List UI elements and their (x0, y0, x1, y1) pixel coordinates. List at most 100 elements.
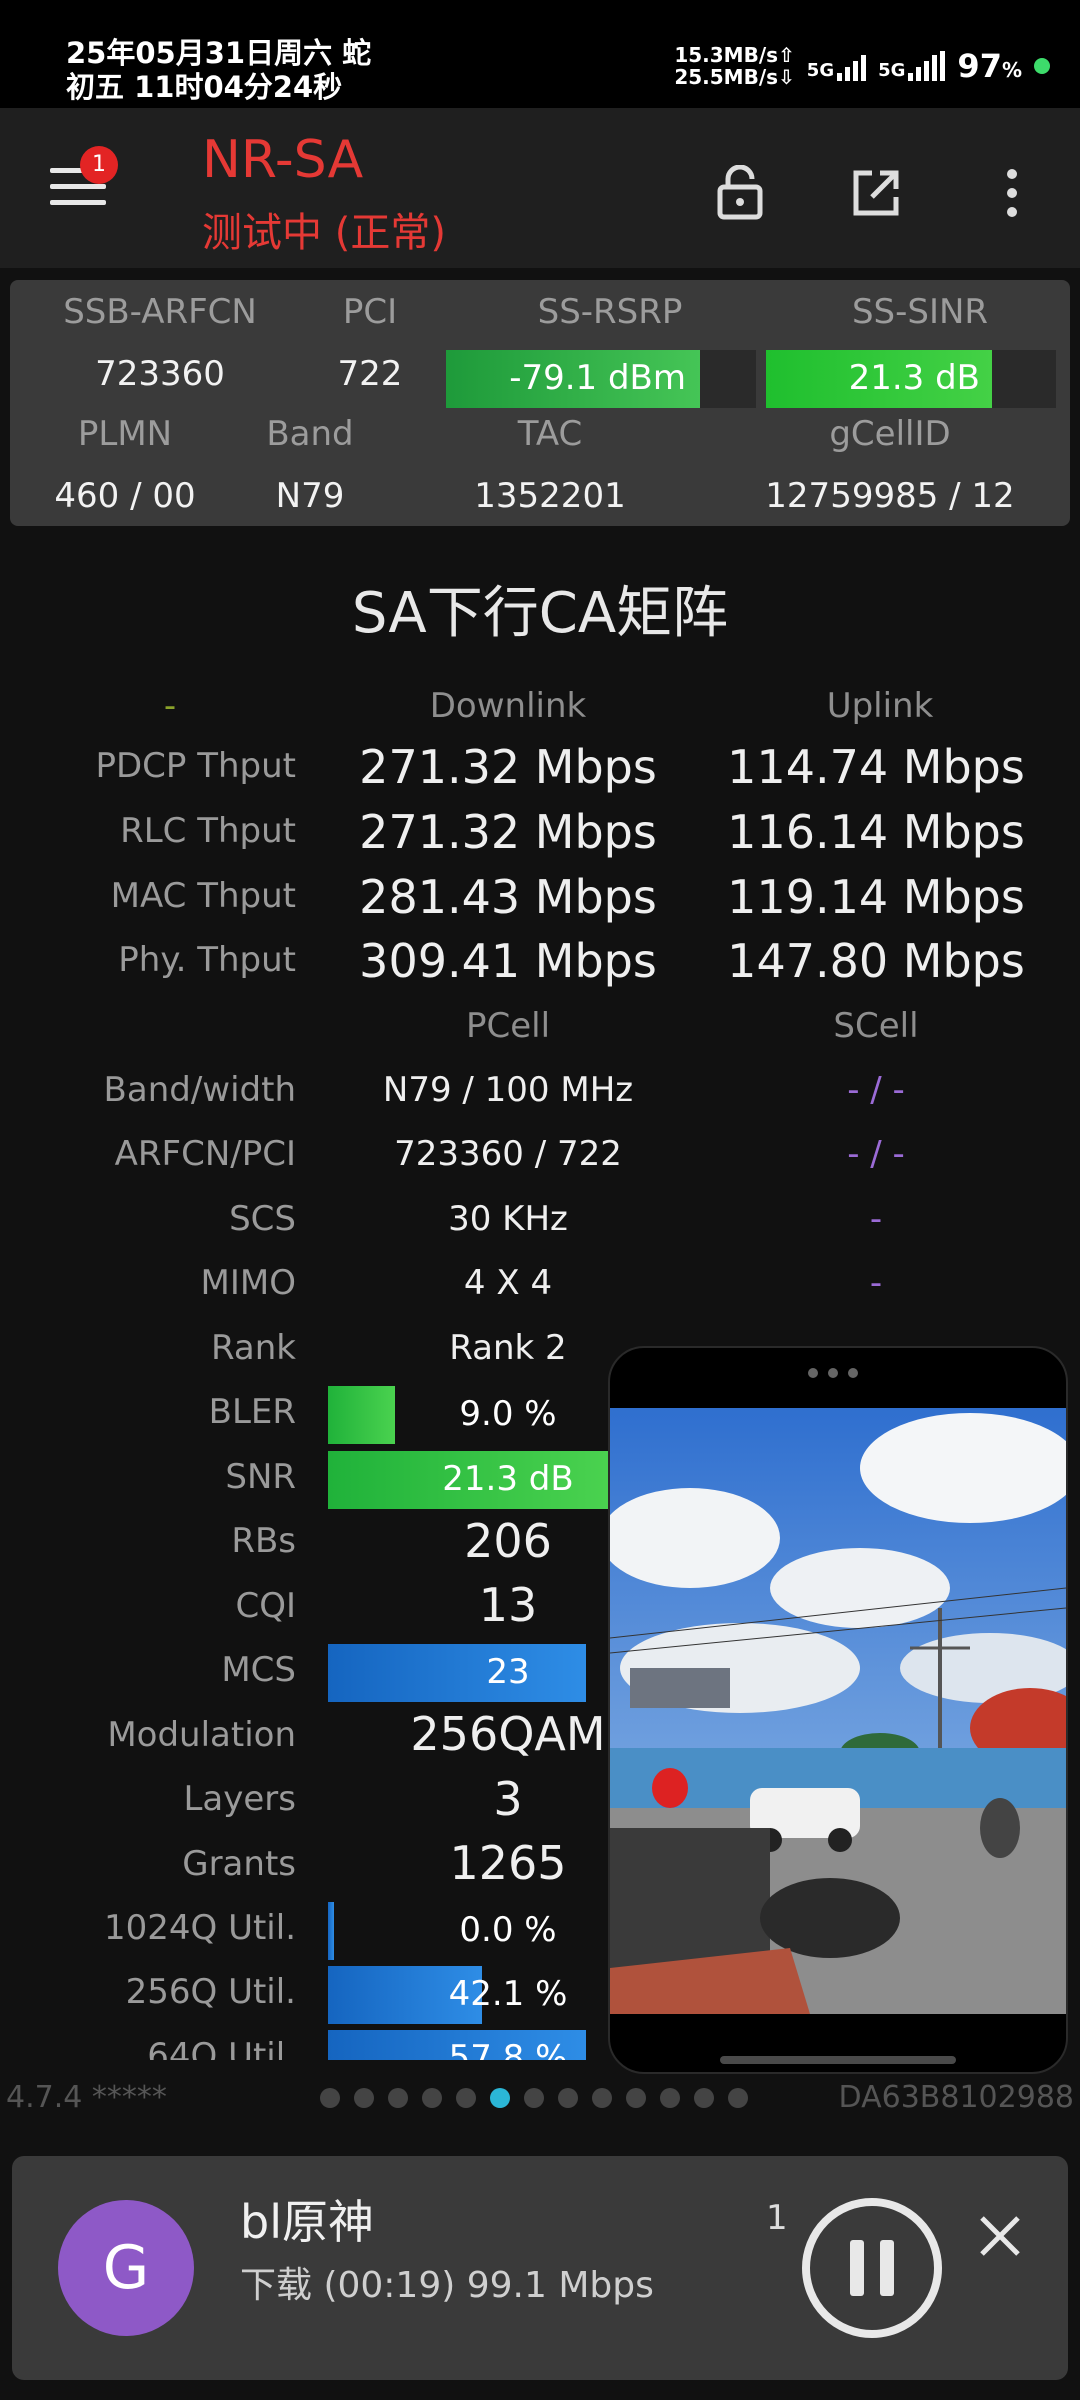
floating-photo-window[interactable] (608, 1346, 1068, 2074)
lock-icon[interactable] (672, 158, 808, 228)
row-label-scs: SCS (229, 1199, 296, 1239)
row-label-64q: 64Q Util. (147, 2036, 296, 2060)
page-dot[interactable] (626, 2088, 646, 2108)
download-notification[interactable]: G bl原神 下载 (00:19) 99.1 Mbps 1 (12, 2156, 1068, 2380)
scell-mimo: - (869, 1263, 883, 1303)
page-dot[interactable] (422, 2088, 442, 2108)
row-label-modulation: Modulation (107, 1715, 296, 1755)
pcell-mimo: 4 X 4 (463, 1263, 553, 1303)
pci-value: 722 (337, 354, 403, 394)
battery-unit: % (1001, 58, 1022, 82)
device-id: DA63B8102988 (838, 2080, 1074, 2115)
clip-64q-row: 64Q Util. 57.8 % (0, 2030, 608, 2060)
network-type-2: 5G (878, 60, 906, 81)
bler-bar: 9.0 % (328, 1386, 608, 1444)
pdcp-uplink: 114.74 Mbps (727, 740, 1025, 794)
privacy-dot-icon (1034, 58, 1050, 74)
band-value: N79 (275, 476, 345, 516)
col-pcell: PCell (465, 1006, 551, 1046)
battery-value: 97 (957, 47, 1002, 85)
tac-value: 1352201 (474, 476, 626, 516)
header-band: Band (266, 414, 354, 454)
header-ss-sinr: SS-SINR (851, 292, 989, 332)
header-tac: TAC (517, 414, 583, 454)
page-dot[interactable] (660, 2088, 680, 2108)
notification-subtitle: 下载 (00:19) 99.1 Mbps (240, 2265, 654, 2306)
scell-band-width: - / - (847, 1070, 905, 1110)
cell-info-panel: SSB-ARFCN PCI SS-RSRP SS-SINR 723360 722… (10, 280, 1070, 526)
status-date-line1: 25年05月31日周六 蛇 (66, 36, 372, 70)
network-speed: 15.3MB/s⇧ 25.5MB/s⇩ (674, 43, 795, 89)
phy-uplink: 147.80 Mbps (727, 934, 1025, 988)
mac-uplink: 119.14 Mbps (727, 870, 1025, 924)
header-ssb-arfcn: SSB-ARFCN (63, 292, 257, 332)
app-title: NR-SA (202, 130, 364, 190)
page-dot[interactable] (456, 2088, 476, 2108)
scell-scs: - (869, 1199, 883, 1239)
page-dot[interactable] (354, 2088, 374, 2108)
window-drag-handle-icon[interactable] (808, 1368, 858, 1378)
status-bar: 25年05月31日周六 蛇 初五 11时04分24秒 15.3MB/s⇧ 25.… (0, 0, 1080, 108)
network-type-1: 5G (806, 60, 835, 81)
q64-bar: 57.8 % (328, 2030, 608, 2060)
rlc-downlink: 271.32 Mbps (359, 805, 657, 859)
pcell-scs: 30 KHz (448, 1199, 568, 1239)
snr-bar: 21.3 dB (328, 1451, 608, 1509)
notification-badge: 1 (80, 146, 118, 184)
matrix-corner-dash: - (163, 686, 177, 726)
rsrp-value: -79.1 dBm (509, 358, 686, 398)
matrix-title: SA下行CA矩阵 (351, 581, 729, 646)
page-indicator[interactable] (320, 2088, 748, 2108)
row-label-rank: Rank (211, 1328, 296, 1368)
share-icon[interactable] (808, 158, 944, 228)
signal-bars-1-icon (837, 51, 867, 81)
page-dot[interactable] (524, 2088, 544, 2108)
page-dot[interactable] (490, 2088, 510, 2108)
header-ss-rsrp: SS-RSRP (537, 292, 683, 332)
pcell-band-width: N79 / 100 MHz (382, 1070, 634, 1110)
page-dot[interactable] (388, 2088, 408, 2108)
battery-level: 97% (957, 47, 1022, 85)
row-label-grants: Grants (182, 1844, 296, 1884)
page-dot[interactable] (592, 2088, 612, 2108)
page-dot[interactable] (558, 2088, 578, 2108)
row-label-mac: MAC Thput (110, 876, 296, 916)
avatar: G (58, 2200, 194, 2336)
close-icon[interactable] (974, 2210, 1026, 2262)
status-right: 15.3MB/s⇧ 25.5MB/s⇩ 5G 5G 97% (674, 44, 1050, 88)
page-dot[interactable] (694, 2088, 714, 2108)
pdcp-downlink: 271.32 Mbps (359, 740, 657, 794)
window-bottom-handle[interactable] (720, 2056, 956, 2064)
notification-title: bl原神 (240, 2195, 374, 2249)
page-dot[interactable] (728, 2088, 748, 2108)
row-label-mcs: MCS (221, 1650, 296, 1690)
row-label-band-width: Band/width (103, 1070, 296, 1110)
sinr-value: 21.3 dB (848, 358, 980, 398)
row-label-rbs: RBs (231, 1521, 296, 1561)
signal-2: 5G (878, 51, 946, 81)
row-label-256q: 256Q Util. (125, 1972, 296, 2012)
page-dot[interactable] (320, 2088, 340, 2108)
row-label-layers: Layers (183, 1779, 296, 1819)
status-date-line2: 初五 11时04分24秒 (66, 70, 343, 104)
row-label-snr: SNR (225, 1457, 296, 1497)
sinr-meter: 21.3 dB (766, 350, 1056, 408)
header-plmn: PLMN (77, 414, 173, 454)
app-version: 4.7.4 ***** (6, 2080, 167, 2115)
col-uplink: Uplink (826, 686, 934, 726)
row-label-arfcn-pci: ARFCN/PCI (114, 1134, 296, 1174)
header-gcellid: gCellID (829, 414, 951, 454)
pause-icon-right (880, 2240, 894, 2296)
rlc-uplink: 116.14 Mbps (727, 805, 1025, 859)
more-vert-icon[interactable] (944, 158, 1080, 228)
scell-arfcn-pci: - / - (847, 1134, 905, 1174)
plmn-value: 460 / 00 (54, 476, 196, 516)
row-label-phy: Phy. Thput (118, 940, 296, 980)
pcell-arfcn-pci: 723360 / 722 (394, 1134, 622, 1174)
app-bar: 1 NR-SA 测试中 (正常) (0, 108, 1080, 268)
pause-button[interactable] (802, 2198, 942, 2338)
phy-downlink: 309.41 Mbps (359, 934, 657, 988)
row-label-bler: BLER (208, 1392, 296, 1432)
app-status: 测试中 (正常) (202, 210, 446, 256)
pause-icon-left (850, 2240, 864, 2296)
